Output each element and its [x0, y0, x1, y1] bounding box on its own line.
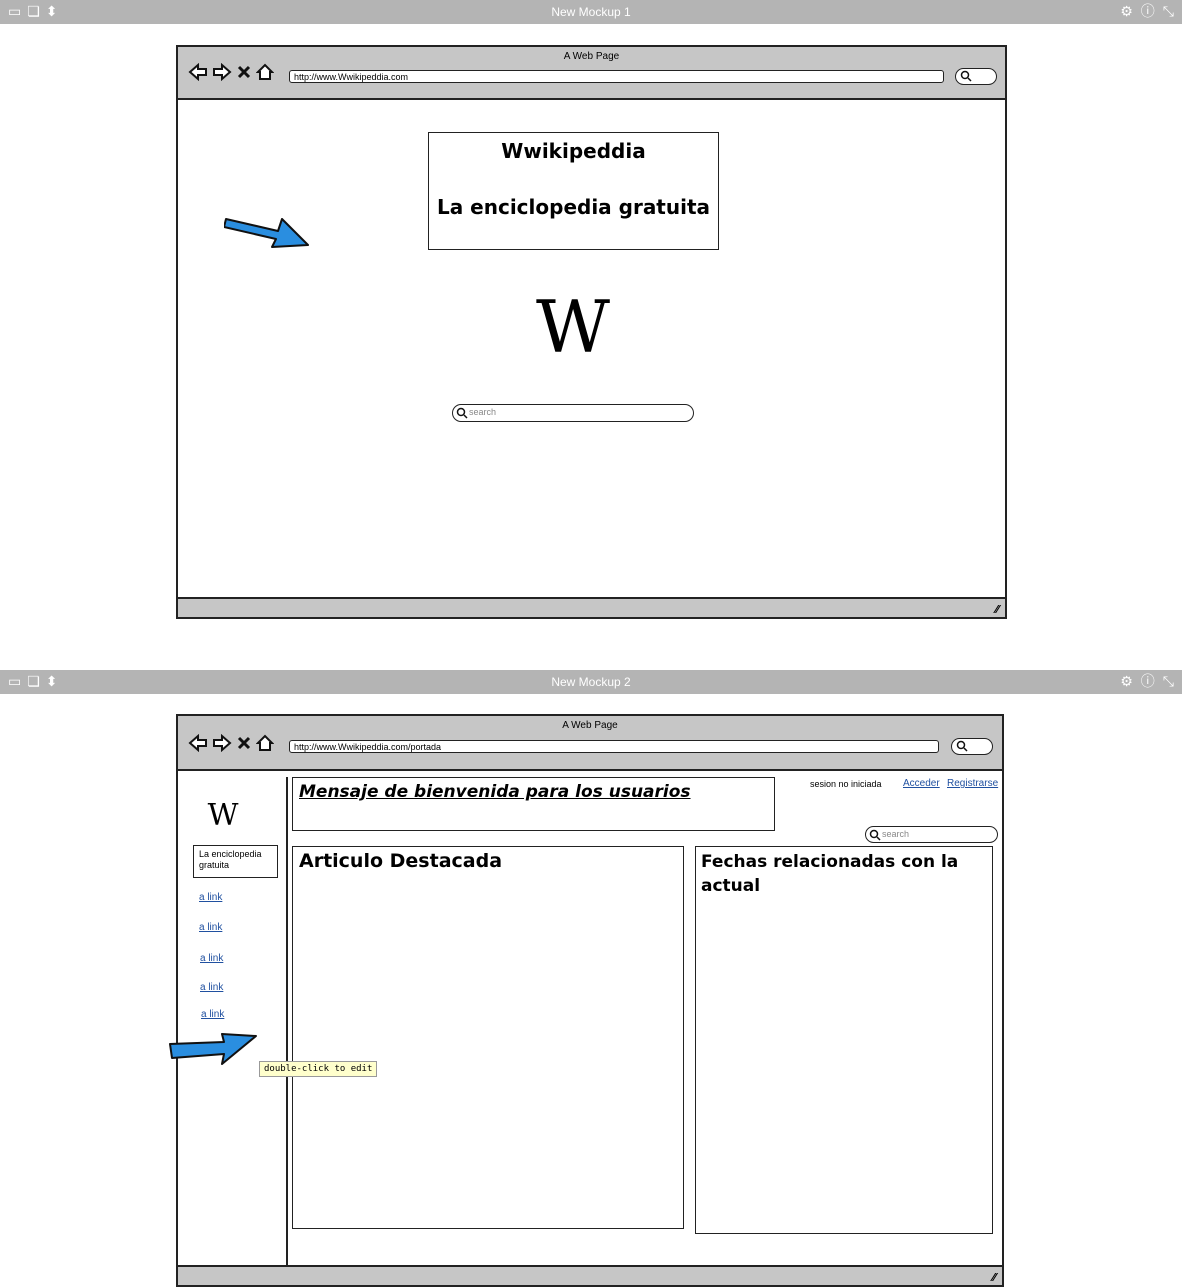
- mockup2-tab-title: New Mockup 2: [551, 675, 631, 689]
- mockup1-status-bar: ⁄⁄: [178, 597, 1005, 617]
- resize-grip-icon[interactable]: ⁄⁄: [992, 1271, 996, 1284]
- collapse-icon[interactable]: ⤡: [1163, 4, 1174, 20]
- blue-arrow-icon: [224, 218, 309, 248]
- session-status: sesion no iniciada: [810, 779, 882, 789]
- forward-arrow-icon[interactable]: [212, 734, 232, 752]
- featured-article-title: Articulo Destacada: [299, 850, 503, 872]
- mockup2-browser-search-button[interactable]: [951, 738, 993, 755]
- mockup1-tab-title: New Mockup 1: [551, 5, 631, 19]
- sidebar-tagline: La enciclopedia gratuita: [193, 845, 278, 878]
- mockup2-nav-buttons: [188, 734, 274, 752]
- sidebar-link-3[interactable]: a link: [200, 953, 223, 964]
- mockup2-url-bar[interactable]: http://www.Wwikipeddia.com/portada: [289, 740, 939, 753]
- sidebar-link-1[interactable]: a link: [199, 892, 222, 903]
- gear-icon[interactable]: ⚙: [1120, 674, 1133, 690]
- mockup1-browser-window: A Web Page http://www.Wwikipeddia.com Ww…: [176, 45, 1007, 619]
- back-arrow-icon[interactable]: [188, 63, 208, 81]
- forward-arrow-icon[interactable]: [212, 63, 232, 81]
- mockup1-search-input[interactable]: search: [452, 404, 694, 422]
- register-link[interactable]: Registrarse: [947, 778, 998, 789]
- wikipedia-logo: W: [535, 285, 610, 369]
- back-arrow-icon[interactable]: [188, 734, 208, 752]
- site-subtitle: La enciclopedia gratuita: [436, 195, 711, 219]
- home-icon[interactable]: [256, 63, 274, 81]
- mockup1-url-bar[interactable]: http://www.Wwikipeddia.com: [289, 70, 944, 83]
- search-icon: [956, 740, 968, 752]
- mockup1-browser-chrome: A Web Page http://www.Wwikipeddia.com: [178, 47, 1005, 100]
- mockup2-browser-window: A Web Page http://www.Wwikipeddia.com/po…: [176, 714, 1004, 1287]
- mockup2-right-tools: ⚙ ⓘ ⤡: [1120, 674, 1174, 690]
- login-link[interactable]: Acceder: [903, 778, 940, 789]
- mockup1-header-box: Wwikipeddia La enciclopedia gratuita: [428, 132, 719, 250]
- blue-arrow-icon: [169, 1033, 257, 1065]
- home-icon[interactable]: [256, 734, 274, 752]
- collapse-icon[interactable]: ⤡: [1163, 674, 1174, 690]
- sidebar-divider: [286, 777, 288, 1267]
- related-dates-panel: Fechas relacionadas con la actual: [695, 846, 993, 1234]
- search-icon: [869, 829, 881, 841]
- edit-tooltip: double-click to edit: [259, 1061, 378, 1077]
- site-title: Wwikipeddia: [501, 139, 646, 163]
- mockup2-status-bar: ⁄⁄: [178, 1265, 1002, 1285]
- search-placeholder: search: [469, 407, 497, 417]
- mockup1-nav-buttons: [188, 63, 274, 81]
- mockup2-window-title: A Web Page: [562, 720, 618, 731]
- search-icon: [960, 70, 972, 82]
- mockup1-window-title: A Web Page: [563, 51, 620, 62]
- mockup2-browser-chrome: A Web Page http://www.Wwikipeddia.com/po…: [178, 716, 1002, 771]
- resize-grip-icon[interactable]: ⁄⁄: [995, 603, 999, 616]
- stop-icon[interactable]: [236, 734, 252, 752]
- welcome-box: Mensaje de bienvenida para los usuarios: [292, 777, 775, 831]
- stop-icon[interactable]: [236, 63, 252, 81]
- mockup1-browser-search-button[interactable]: [955, 68, 997, 85]
- mockup2-toolbar: ▭ ❏ ⬍ New Mockup 2 ⚙ ⓘ ⤡: [0, 670, 1182, 694]
- gear-icon[interactable]: ⚙: [1120, 4, 1133, 20]
- search-placeholder: search: [882, 829, 910, 839]
- related-dates-title: Fechas relacionadas con la actual: [701, 852, 959, 896]
- sidebar-logo: W: [207, 798, 239, 833]
- sidebar-link-4[interactable]: a link: [200, 982, 223, 993]
- welcome-message: Mensaje de bienvenida para los usuarios: [299, 782, 691, 802]
- sidebar-link-5[interactable]: a link: [201, 1009, 224, 1020]
- info-icon[interactable]: ⓘ: [1141, 4, 1155, 20]
- sidebar-link-2[interactable]: a link: [199, 922, 222, 933]
- mockup1-right-tools: ⚙ ⓘ ⤡: [1120, 4, 1174, 20]
- info-icon[interactable]: ⓘ: [1141, 674, 1155, 690]
- mockup2-search-input[interactable]: search: [865, 826, 998, 843]
- search-icon: [456, 407, 468, 419]
- featured-article-panel: Articulo Destacada: [292, 846, 684, 1229]
- mockup1-toolbar: ▭ ❏ ⬍ New Mockup 1 ⚙ ⓘ ⤡: [0, 0, 1182, 24]
